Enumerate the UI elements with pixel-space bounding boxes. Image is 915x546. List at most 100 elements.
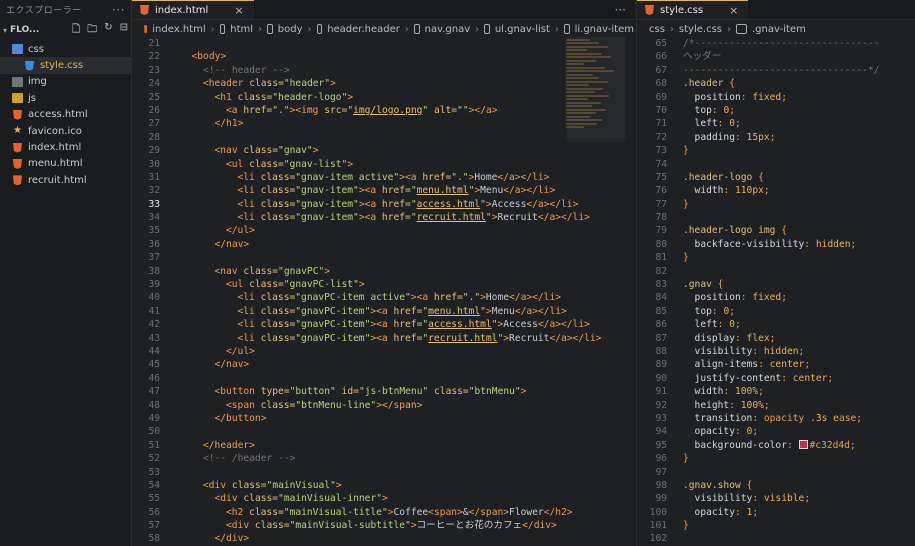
code-line[interactable]: 28 — [132, 131, 634, 144]
code-line[interactable]: 72 padding: 15px; — [637, 131, 915, 144]
breadcrumb-item[interactable]: css — [649, 24, 665, 35]
code-line[interactable]: 57 <div class="mainVisual-subtitle">コーヒーと… — [132, 519, 634, 532]
breadcrumb-item[interactable]: li.gnav-item — [575, 24, 634, 35]
breadcrumb-item[interactable]: style.css — [679, 24, 722, 35]
html-code-area[interactable]: 21 22 <body> 23 <!-- header --> 24 <header cla… — [132, 37, 634, 546]
collapse-all-icon[interactable]: ⊟ — [120, 22, 128, 39]
code-line[interactable]: 41 <li class="gnavPC-item"><a href="menu.… — [132, 305, 634, 318]
code-line[interactable]: 26 <a href="."><img src="img/logo.png" al… — [132, 104, 634, 117]
code-line[interactable]: 47 <button type="button" id="js-btnMenu" … — [132, 385, 634, 398]
tree-item-recruit-html[interactable]: recruit.html — [0, 172, 131, 188]
code-line[interactable]: 85 top: 0; — [637, 305, 915, 318]
code-line[interactable]: 67 --------------------------------*/ — [637, 64, 915, 77]
code-line[interactable]: 65 /*-------------------------------- — [637, 37, 915, 50]
code-line[interactable]: 90 justify-content: center; — [637, 372, 915, 385]
close-icon[interactable]: × — [234, 4, 243, 17]
code-line[interactable]: 96} — [637, 452, 915, 465]
breadcrumb-item[interactable]: ul.gnav-list — [495, 24, 550, 35]
code-line[interactable]: 42 <li class="gnavPC-item"><a href="acces… — [132, 318, 634, 331]
code-line[interactable]: 101} — [637, 519, 915, 532]
code-line[interactable]: 31 <li class="gnav-item active"><a href="… — [132, 171, 634, 184]
tree-item-favicon-ico[interactable]: ★ favicon.ico — [0, 123, 131, 139]
code-line[interactable]: 46 — [132, 372, 634, 385]
code-line[interactable]: 36 </nav> — [132, 238, 634, 251]
close-icon[interactable]: × — [729, 4, 738, 17]
code-line[interactable]: 97 — [637, 466, 915, 479]
tree-item-css[interactable]: css — [0, 41, 131, 57]
code-line[interactable]: 54 <div class="mainVisual"> — [132, 479, 634, 492]
code-line[interactable]: 83 .gnav { — [637, 278, 915, 291]
code-line[interactable]: 77} — [637, 198, 915, 211]
code-line[interactable]: 66 ヘッダー — [637, 50, 915, 63]
code-line[interactable]: 48 <span class="btnMenu-line"></span> — [132, 399, 634, 412]
code-line[interactable]: 34 <li class="gnav-item"><a href="recruit… — [132, 211, 634, 224]
refresh-icon[interactable]: ↻ — [104, 22, 112, 39]
code-line[interactable]: 87 display: flex; — [637, 332, 915, 345]
code-line[interactable]: 69 position: fixed; — [637, 91, 915, 104]
code-line[interactable]: 79 .header-logo img { — [637, 224, 915, 237]
code-line[interactable]: 43 <li class="gnavPC-item"><a href="recru… — [132, 332, 634, 345]
code-line[interactable]: 91 width: 100%; — [637, 385, 915, 398]
code-line[interactable]: 32 <li class="gnav-item"><a href="menu.ht… — [132, 184, 634, 197]
tree-item-menu-html[interactable]: menu.html — [0, 156, 131, 172]
code-line[interactable]: 80 backface-visibility: hidden; — [637, 238, 915, 251]
chevron-down-icon[interactable]: ▾ — [3, 26, 7, 35]
code-line[interactable]: 23 <!-- header --> — [132, 64, 634, 77]
tab-index-html[interactable]: index.html × — [132, 0, 254, 19]
breadcrumb-item[interactable]: index.html — [152, 24, 205, 35]
code-line[interactable]: 37 — [132, 251, 634, 264]
breadcrumb-item[interactable]: nav.gnav — [425, 24, 471, 35]
code-line[interactable]: 51 </header> — [132, 439, 634, 452]
tree-item-style-css[interactable]: style.css — [0, 57, 131, 74]
code-line[interactable]: 82 — [637, 265, 915, 278]
code-line[interactable]: 38 <nav class="gnavPC"> — [132, 265, 634, 278]
tree-item-img[interactable]: img — [0, 74, 131, 90]
breadcrumb-item[interactable]: body — [278, 24, 303, 35]
code-line[interactable]: 89 align-items: center; — [637, 358, 915, 371]
code-line[interactable]: 33 <li class="gnav-item"><a href="access.… — [132, 198, 634, 211]
code-line[interactable]: 73} — [637, 144, 915, 157]
code-line[interactable]: 99 visibility: visible; — [637, 492, 915, 505]
css-code-area[interactable]: 65 /*-------------------------------- 66 ヘッ… — [637, 37, 915, 546]
code-line[interactable]: 35 </ul> — [132, 224, 634, 237]
tab-style-css[interactable]: style.css × — [637, 0, 749, 19]
code-line[interactable]: 55 <div class="mainVisual-inner"> — [132, 492, 634, 505]
code-line[interactable]: 74 — [637, 158, 915, 171]
code-line[interactable]: 45 </nav> — [132, 358, 634, 371]
code-line[interactable]: 98 .gnav.show { — [637, 479, 915, 492]
code-line[interactable]: 30 <ul class="gnav-list"> — [132, 158, 634, 171]
code-line[interactable]: 71 left: 0; — [637, 117, 915, 130]
code-line[interactable]: 93 transition: opacity .3s ease; — [637, 412, 915, 425]
code-line[interactable]: 95 background-color: #c32d4d; — [637, 439, 915, 452]
tree-item-js[interactable]: js — [0, 90, 131, 106]
code-line[interactable]: 40 <li class="gnavPC-item active"><a href… — [132, 291, 634, 304]
code-line[interactable]: 53 — [132, 466, 634, 479]
code-line[interactable]: 24 <header class="header"> — [132, 77, 634, 90]
ellipsis-icon[interactable]: ··· — [112, 3, 125, 17]
code-line[interactable]: 22 <body> — [132, 50, 634, 63]
code-line[interactable]: 68 .header { — [637, 77, 915, 90]
code-line[interactable]: 75 .header-logo { — [637, 171, 915, 184]
breadcrumb-item[interactable]: .gnav-item — [752, 24, 806, 35]
code-line[interactable]: 76 width: 110px; — [637, 184, 915, 197]
code-line[interactable]: 78 — [637, 211, 915, 224]
code-line[interactable]: 27 </h1> — [132, 117, 634, 130]
code-line[interactable]: 84 position: fixed; — [637, 291, 915, 304]
code-line[interactable]: 100 opacity: 1; — [637, 506, 915, 519]
code-line[interactable]: 58 </div> — [132, 532, 634, 545]
breadcrumb-item[interactable]: html — [230, 24, 253, 35]
new-folder-icon[interactable]: 🗀 — [87, 22, 97, 39]
code-line[interactable]: 70 top: 0; — [637, 104, 915, 117]
code-line[interactable]: 92 height: 100%; — [637, 399, 915, 412]
code-line[interactable]: 88 visibility: hidden; — [637, 345, 915, 358]
code-line[interactable]: 49 </button> — [132, 412, 634, 425]
code-line[interactable]: 25 <h1 class="header-logo"> — [132, 91, 634, 104]
color-swatch[interactable] — [798, 440, 808, 450]
code-line[interactable]: 86 left: 0; — [637, 318, 915, 331]
code-line[interactable]: 81} — [637, 251, 915, 264]
code-line[interactable]: 21 — [132, 37, 634, 50]
code-line[interactable]: 52 <!-- /header --> — [132, 452, 634, 465]
minimap[interactable] — [566, 37, 626, 142]
code-line[interactable]: 56 <h2 class="mainVisual-title">Coffee<sp… — [132, 506, 634, 519]
code-line[interactable]: 94 opacity: 0; — [637, 425, 915, 438]
